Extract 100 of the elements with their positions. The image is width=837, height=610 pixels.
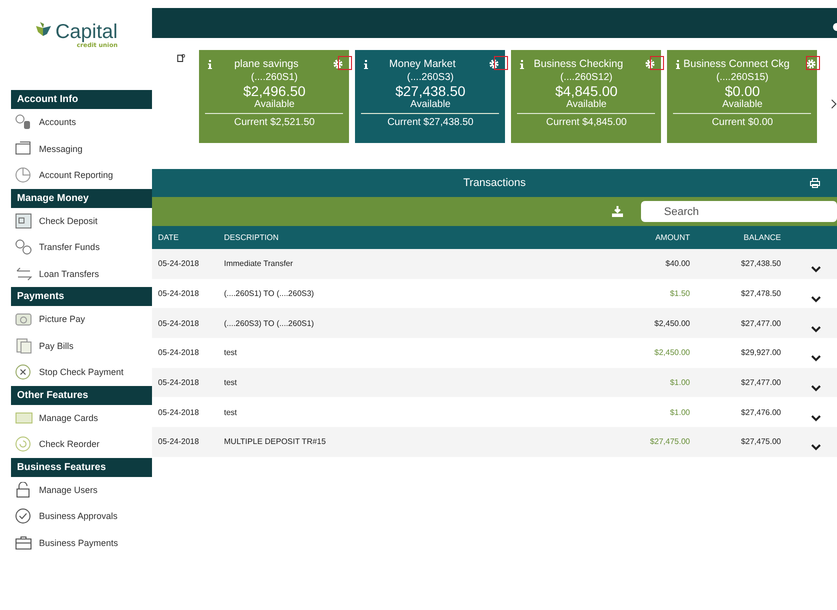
- sidebar-link[interactable]: Accounts: [39, 117, 76, 128]
- available-balance: $0.00: [724, 83, 760, 99]
- sidebar-link[interactable]: Loan Transfers: [39, 268, 100, 279]
- current-balance: Current $4,845.00: [517, 113, 656, 128]
- pie-chart-icon: [15, 167, 33, 184]
- amount-cell-text: $40.00: [664, 259, 690, 268]
- chevron-down-icon[interactable]: [811, 385, 821, 392]
- sidebar-link[interactable]: Picture Pay: [39, 314, 86, 324]
- sidebar-link[interactable]: Account Reporting: [39, 170, 114, 180]
- sidebar-link[interactable]: Check Reorder: [39, 439, 100, 450]
- transaction-row[interactable]: 05-24-2018 (....260S3) TO (....260S1) $2,450.00 $27,477.00: [152, 308, 837, 338]
- sidebar-link[interactable]: Manage Cards: [39, 412, 98, 423]
- logo-wordmark: Capital: [55, 22, 118, 42]
- transaction-row[interactable]: 05-24-2018 test $1.00 $27,476.00: [152, 397, 837, 428]
- chevron-down-icon[interactable]: [811, 326, 821, 333]
- account-card[interactable]: plane savings (....260S1) $2,496.50 Available Current $2,521.50: [199, 50, 350, 143]
- coins-exchange-icon: [15, 239, 33, 256]
- download-icon[interactable]: [612, 206, 623, 217]
- balance-cell-text: $27,476.00: [740, 408, 782, 417]
- info-icon[interactable]: [676, 60, 680, 68]
- description-cell-text: test: [224, 378, 238, 388]
- column-header[interactable]: DATE: [152, 233, 224, 242]
- chevron-down-icon[interactable]: [811, 444, 821, 452]
- coins-icon: [15, 114, 33, 130]
- chevron-right-icon[interactable]: [831, 97, 837, 111]
- description-cell-text: test: [224, 408, 238, 417]
- balance-cell-text: $27,438.50: [740, 259, 782, 268]
- search-field[interactable]: Search: [641, 201, 837, 222]
- settings-icon[interactable]: [831, 22, 837, 32]
- transactions-title: Transactions: [463, 177, 526, 189]
- description-cell-text: (....260S1) TO (....260S3): [224, 289, 315, 298]
- message-icon: [15, 140, 33, 157]
- available-balance: $27,438.50: [395, 83, 466, 99]
- account-name: Money Market: [389, 58, 457, 70]
- description-cell-text: MULTIPLE DEPOSIT TR#15: [224, 437, 327, 446]
- sidebar-section-header: Business Features: [11, 458, 152, 476]
- briefcase-icon: [15, 534, 33, 551]
- current-balance: Current $2,521.50: [205, 113, 344, 128]
- bills-icon: [15, 338, 33, 354]
- available-label: Available: [254, 99, 295, 110]
- transaction-row[interactable]: 05-24-2018 MULTIPLE DEPOSIT TR#15 $27,475.00 $27,475.00: [152, 427, 837, 457]
- available-label: Available: [410, 99, 451, 110]
- account-number: (....260S12): [560, 72, 613, 83]
- sidebar-link[interactable]: Messaging: [39, 144, 83, 154]
- chevron-down-icon[interactable]: [811, 266, 821, 274]
- card-icon: [15, 410, 33, 426]
- sidebar-link[interactable]: Pay Bills: [39, 340, 74, 351]
- sidebar-section-header: Account Info: [11, 90, 152, 109]
- account-name: Business Connect Ckg: [683, 58, 791, 70]
- document-search-icon[interactable]: [177, 52, 186, 64]
- sidebar-link[interactable]: Business Payments: [39, 538, 118, 548]
- transaction-row[interactable]: 05-24-2018 (....260S1) TO (....260S3) $1.50 $27,478.50: [152, 278, 837, 308]
- sidebar-link[interactable]: Check Deposit: [39, 216, 98, 226]
- amount-cell-text: $2,450.00: [653, 318, 690, 328]
- amount-cell-text: $2,450.00: [653, 348, 690, 358]
- description-cell-text: test: [224, 348, 238, 358]
- sidebar-section-header: Manage Money: [11, 188, 152, 208]
- chevron-down-icon[interactable]: [811, 296, 821, 304]
- sidebar-link[interactable]: Business Approvals: [39, 511, 118, 522]
- amount-cell-text: $1.50: [668, 289, 690, 298]
- available-label: Available: [566, 99, 607, 110]
- transaction-row[interactable]: 05-24-2018 Immediate Transfer $40.00 $27,438.50: [152, 249, 837, 279]
- printer-icon[interactable]: [810, 178, 820, 188]
- current-balance: Current $0.00: [673, 113, 812, 128]
- account-card[interactable]: Business Connect Ckg (....260S15) $0.00 Available Current $0.00: [667, 50, 818, 143]
- info-icon[interactable]: [520, 60, 524, 68]
- amount-cell-text: $1.00: [668, 378, 690, 388]
- available-label: Available: [722, 99, 763, 110]
- account-card[interactable]: Money Market (....260S3) $27,438.50 Available Current $27,438.50: [355, 50, 506, 143]
- column-header[interactable]: BALANCE: [690, 233, 795, 242]
- date-cell-text: 05-24-2018: [157, 348, 200, 358]
- available-balance: $2,496.50: [243, 83, 306, 99]
- sidebar-link[interactable]: Stop Check Payment: [39, 367, 124, 378]
- chevron-down-icon[interactable]: [811, 355, 821, 362]
- date-cell-text: 05-24-2018: [157, 437, 200, 446]
- date-cell-text: 05-24-2018: [157, 259, 200, 268]
- refresh-icon: [15, 436, 33, 452]
- arrows-icon: [15, 266, 33, 282]
- date-cell-text: 05-24-2018: [157, 289, 200, 298]
- transaction-row[interactable]: 05-24-2018 test $2,450.00 $29,927.00: [152, 338, 837, 368]
- account-number: (....260S3): [407, 72, 454, 83]
- info-icon[interactable]: [364, 60, 368, 68]
- date-cell-text: 05-24-2018: [157, 318, 200, 328]
- available-balance: $4,845.00: [555, 83, 618, 99]
- account-number: (....260S1): [251, 72, 298, 83]
- account-card[interactable]: Business Checking (....260S12) $4,845.00 Available Current $4,845.00: [511, 50, 662, 143]
- balance-cell-text: $27,475.00: [740, 437, 782, 446]
- column-header[interactable]: DESCRIPTION: [224, 233, 580, 242]
- sidebar-link[interactable]: Transfer Funds: [39, 242, 100, 252]
- settings-icon[interactable]: [489, 59, 500, 69]
- info-icon[interactable]: [208, 60, 212, 68]
- balance-cell-text: $27,477.00: [740, 378, 782, 388]
- chevron-down-icon[interactable]: [811, 414, 821, 422]
- balance-cell-text: $29,927.00: [740, 348, 782, 358]
- transaction-row[interactable]: 05-24-2018 test $1.00 $27,477.00: [152, 368, 837, 398]
- date-cell-text: 05-24-2018: [157, 378, 200, 388]
- balance-cell-text: $27,478.50: [740, 289, 782, 298]
- sidebar-link[interactable]: Manage Users: [39, 484, 98, 495]
- check-circle-icon: [15, 508, 33, 524]
- column-header[interactable]: AMOUNT: [580, 233, 690, 242]
